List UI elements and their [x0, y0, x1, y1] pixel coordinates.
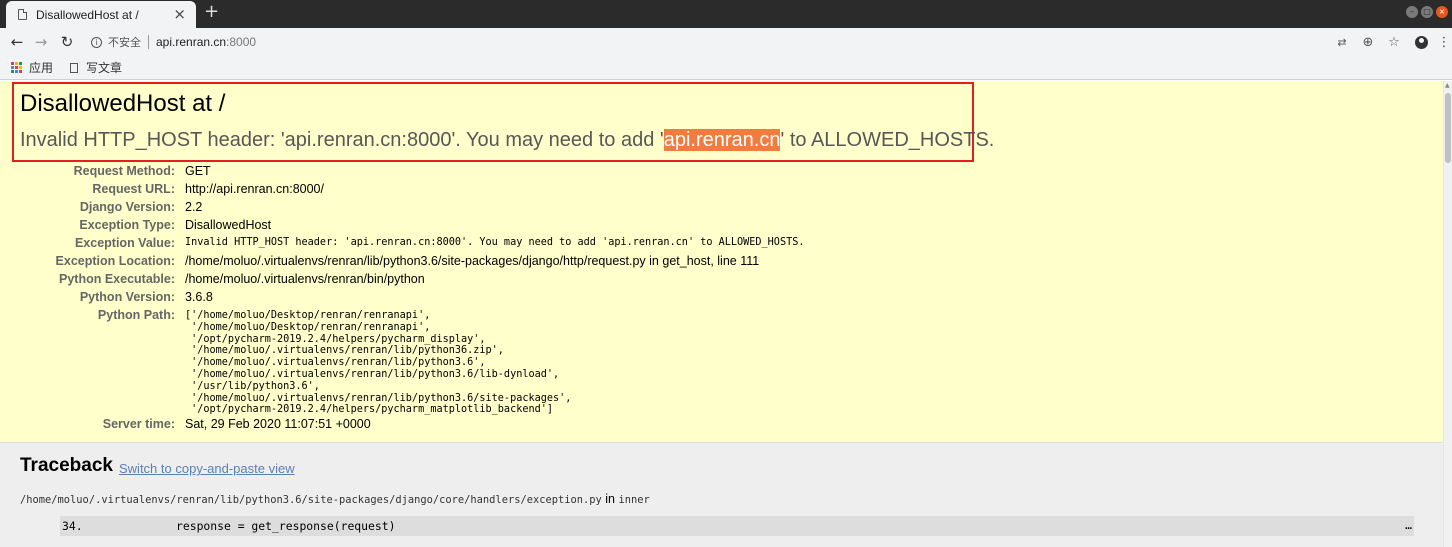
- bookmark-label: 写文章: [86, 61, 123, 75]
- close-window-icon[interactable]: ×: [1436, 6, 1448, 18]
- toolbar-actions: ⇄ ⊕ ☆ ⋮: [1329, 28, 1452, 56]
- code-text: response = get_response(request): [176, 519, 396, 533]
- minimize-icon[interactable]: –: [1406, 6, 1418, 18]
- meta-value: Sat, 29 Feb 2020 11:07:51 +0000: [185, 417, 371, 431]
- meta-value: GET: [185, 164, 211, 178]
- menu-dots-icon[interactable]: ⋮: [1436, 35, 1452, 50]
- error-summary: DisallowedHost at / Invalid HTTP_HOST he…: [0, 81, 1443, 443]
- address-bar[interactable]: i 不安全 api.renran.cn:8000: [91, 32, 256, 52]
- apps-grid-dot: [19, 66, 22, 69]
- meta-label: Request Method:: [73, 164, 175, 178]
- meta-label: Exception Value:: [74, 236, 175, 250]
- account-icon[interactable]: [1415, 35, 1428, 49]
- traceback-frame-file: /home/moluo/.virtualenvs/renran/lib/pyth…: [20, 492, 650, 506]
- apps-grid-dot: [11, 70, 14, 73]
- meta-value: Invalid HTTP_HOST header: 'api.renran.cn…: [185, 237, 805, 248]
- traceback-code-line[interactable]: 34. response = get_response(request) …: [60, 516, 1414, 536]
- tab-strip: DisallowedHost at / × + – □ ×: [0, 0, 1452, 28]
- copy-paste-view-link[interactable]: Switch to copy-and-paste view: [119, 461, 295, 476]
- tab-close-icon[interactable]: ×: [173, 6, 186, 22]
- page-icon: [70, 62, 79, 73]
- meta-value: 2.2: [185, 200, 203, 214]
- insecure-label[interactable]: 不安全: [108, 34, 141, 50]
- meta-label: Request URL:: [92, 182, 175, 196]
- apps-grid-icon: [11, 62, 22, 73]
- meta-label: Python Path:: [97, 308, 175, 322]
- back-arrow-icon[interactable]: ←: [5, 34, 29, 50]
- bookmarks-bar: 应用 写文章: [0, 56, 1452, 80]
- frame-function: inner: [618, 494, 650, 506]
- apps-grid-dot: [11, 62, 14, 65]
- apps-grid-dot: [15, 66, 18, 69]
- meta-value: /home/moluo/.virtualenvs/renran/lib/pyth…: [185, 254, 760, 268]
- zoom-icon[interactable]: ⊕: [1355, 35, 1381, 50]
- url-host[interactable]: api.renran.cn: [156, 35, 226, 49]
- bookmark-item[interactable]: 写文章: [64, 59, 122, 76]
- selected-text[interactable]: api.renran.cn: [663, 129, 781, 151]
- address-divider: [148, 35, 149, 49]
- expand-ellipsis[interactable]: …: [1405, 518, 1412, 532]
- page-viewport: DisallowedHost at / Invalid HTTP_HOST he…: [0, 81, 1452, 547]
- meta-label: Server time:: [102, 417, 175, 431]
- meta-label: Python Executable:: [59, 272, 175, 286]
- apps-grid-dot: [15, 62, 18, 65]
- forward-arrow-icon[interactable]: →: [29, 34, 53, 50]
- error-message: Invalid HTTP_HOST header: 'api.renran.cn…: [20, 129, 994, 152]
- meta-label: Exception Type:: [79, 218, 175, 232]
- browser-toolbar: ← → ↻ i 不安全 api.renran.cn:8000 ⇄ ⊕ ☆ ⋮: [0, 28, 1452, 56]
- info-icon[interactable]: i: [91, 36, 102, 48]
- browser-tab[interactable]: DisallowedHost at / ×: [6, 1, 196, 28]
- frame-file-path: /home/moluo/.virtualenvs/renran/lib/pyth…: [20, 494, 602, 506]
- apps-grid-dot: [11, 66, 14, 69]
- page-icon: [18, 9, 27, 20]
- maximize-icon[interactable]: □: [1421, 6, 1433, 18]
- traceback-section: Traceback Switch to copy-and-paste view …: [0, 443, 1443, 547]
- frame-in: in: [605, 492, 615, 506]
- python-path-value: ['/home/moluo/Desktop/renran/renranapi',…: [185, 310, 572, 416]
- tab-title: DisallowedHost at /: [36, 7, 139, 22]
- error-message-start: Invalid HTTP_HOST header: 'api.renran.cn…: [20, 129, 664, 151]
- apps-bookmark[interactable]: 应用: [11, 59, 53, 76]
- scroll-up-icon[interactable]: ▲: [1445, 82, 1450, 89]
- vertical-scrollbar[interactable]: ▲: [1443, 81, 1452, 547]
- meta-value: /home/moluo/.virtualenvs/renran/bin/pyth…: [185, 272, 425, 286]
- line-number: 34.: [62, 519, 83, 533]
- traceback-heading: Traceback: [20, 455, 113, 476]
- meta-value: DisallowedHost: [185, 218, 272, 232]
- meta-label: Exception Location:: [55, 254, 175, 268]
- apps-grid-dot: [15, 70, 18, 73]
- meta-label: Django Version:: [79, 200, 175, 214]
- meta-value: 3.6.8: [185, 290, 213, 304]
- new-tab-button[interactable]: +: [204, 3, 219, 21]
- meta-label: Python Version:: [79, 290, 175, 304]
- apps-grid-dot: [19, 70, 22, 73]
- error-message-end: ' to ALLOWED_HOSTS.: [780, 129, 995, 151]
- meta-value: http://api.renran.cn:8000/: [185, 182, 324, 196]
- bookmark-star-icon[interactable]: ☆: [1381, 35, 1407, 50]
- apps-label: 应用: [29, 61, 54, 75]
- scrollbar-thumb[interactable]: [1445, 93, 1451, 163]
- apps-grid-dot: [19, 62, 22, 65]
- translate-icon[interactable]: ⇄: [1329, 36, 1355, 49]
- window-controls: – □ ×: [1406, 6, 1448, 18]
- url-port[interactable]: :8000: [226, 35, 256, 49]
- reload-icon[interactable]: ↻: [55, 34, 79, 50]
- error-title: DisallowedHost at /: [20, 90, 226, 117]
